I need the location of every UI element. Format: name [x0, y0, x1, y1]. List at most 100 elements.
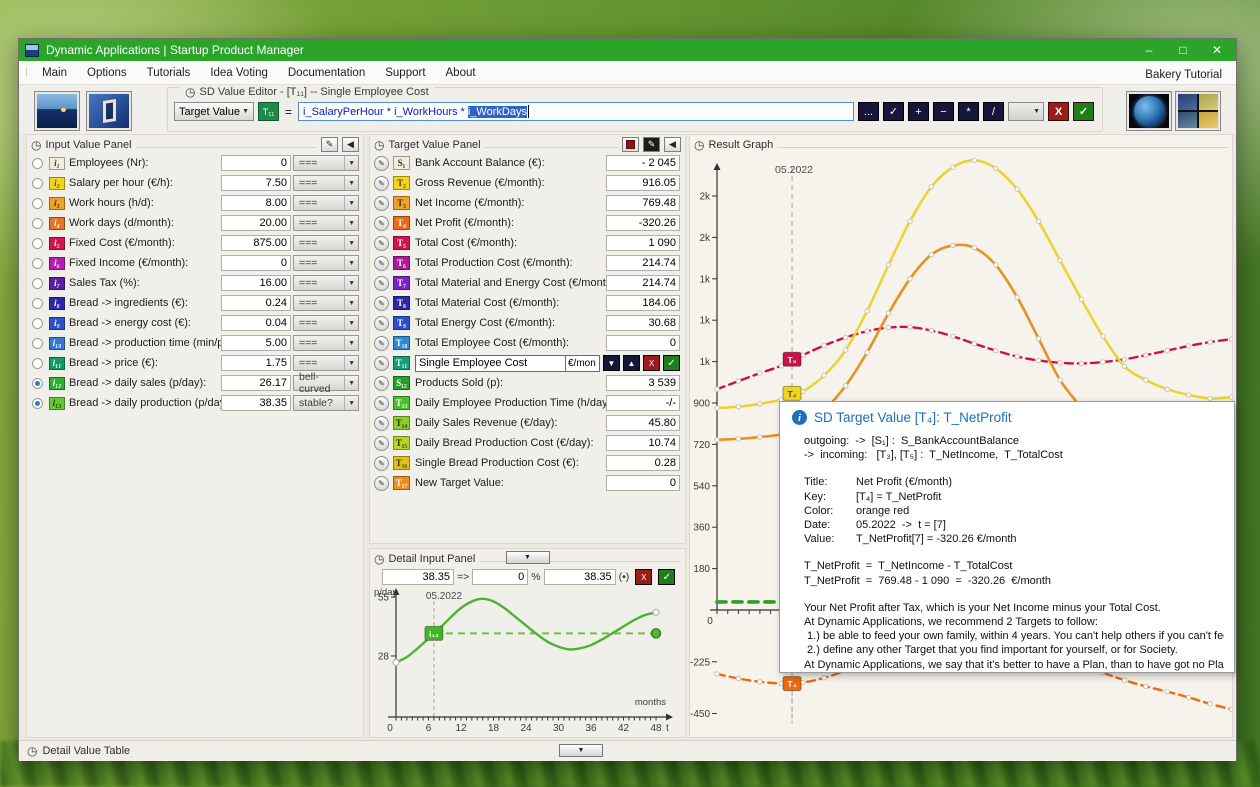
- target-name-input[interactable]: Single Employee Cost: [415, 355, 566, 372]
- edit-row-pencil-button[interactable]: ✎: [374, 396, 389, 411]
- target-value-field[interactable]: 1 090: [606, 235, 680, 251]
- value-field[interactable]: 0: [221, 255, 291, 271]
- radio-button[interactable]: [32, 198, 43, 209]
- mode-dropdown[interactable]: ===▼: [293, 215, 359, 231]
- unit-field[interactable]: €/mon: [566, 355, 600, 372]
- target-value-field[interactable]: 184.06: [606, 295, 680, 311]
- edit-pencil-button[interactable]: ✎: [321, 137, 338, 152]
- value-field[interactable]: 0.24: [221, 295, 291, 311]
- cancel-detail-button[interactable]: X: [635, 569, 652, 585]
- mode-dropdown[interactable]: ===▼: [293, 275, 359, 291]
- result-value-field[interactable]: 38.35: [544, 569, 616, 585]
- gallery-tiles-button[interactable]: [1175, 91, 1221, 131]
- radio-button[interactable]: [32, 258, 43, 269]
- value-field[interactable]: 26.17: [221, 375, 291, 391]
- value-field[interactable]: 8.00: [221, 195, 291, 211]
- edit-row-pencil-button[interactable]: ✎: [374, 156, 389, 171]
- move-down-button[interactable]: ▼: [603, 355, 620, 371]
- target-value-field[interactable]: -320.26: [606, 215, 680, 231]
- minus-button[interactable]: −: [933, 102, 954, 121]
- value-field[interactable]: 5.00: [221, 335, 291, 351]
- edit-pencil-button[interactable]: ✎: [643, 137, 660, 152]
- accept-edit-button[interactable]: ✓: [663, 355, 680, 371]
- mode-dropdown[interactable]: ===▼: [293, 175, 359, 191]
- edit-row-pencil-button[interactable]: ✎: [374, 296, 389, 311]
- edit-row-pencil-button[interactable]: ✎: [374, 476, 389, 491]
- mode-dropdown[interactable]: ===▼: [293, 355, 359, 371]
- target-value-field[interactable]: 916.05: [606, 175, 680, 191]
- radio-button[interactable]: [32, 238, 43, 249]
- edit-row-pencil-button[interactable]: ✎: [374, 336, 389, 351]
- menu-item[interactable]: Documentation: [278, 63, 375, 83]
- target-value-field[interactable]: 214.74: [606, 255, 680, 271]
- radio-button[interactable]: [32, 398, 43, 409]
- edit-row-pencil-button[interactable]: ✎: [374, 196, 389, 211]
- value-type-dropdown[interactable]: Target Value▼: [174, 102, 254, 121]
- value-field[interactable]: 38.35: [221, 395, 291, 411]
- exit-door-button[interactable]: [86, 91, 132, 131]
- mode-dropdown[interactable]: ===▼: [293, 315, 359, 331]
- target-value-field[interactable]: 10.74: [606, 435, 680, 451]
- collapse-detail-button[interactable]: ▼: [506, 551, 550, 564]
- move-up-button[interactable]: ▲: [623, 355, 640, 371]
- earth-image-button[interactable]: [1126, 91, 1172, 131]
- cancel-edit-button[interactable]: X: [643, 355, 660, 371]
- target-value-field[interactable]: 30.68: [606, 315, 680, 331]
- menu-item-bakery-tutorial[interactable]: Bakery Tutorial: [1137, 65, 1230, 85]
- edit-row-pencil-button[interactable]: ✎: [374, 176, 389, 191]
- formula-input[interactable]: i_SalaryPerHour * i_WorkHours * i_WorkDa…: [298, 102, 854, 121]
- mode-dropdown[interactable]: ===▼: [293, 155, 359, 171]
- collapse-panel-button[interactable]: ◀: [664, 137, 681, 152]
- accept-formula-button[interactable]: ✓: [1073, 102, 1094, 121]
- edit-row-pencil-button[interactable]: ✎: [374, 416, 389, 431]
- title-bar[interactable]: Dynamic Applications | Startup Product M…: [19, 39, 1236, 61]
- target-value-field[interactable]: 214.74: [606, 275, 680, 291]
- operator-dropdown[interactable]: ▼: [1008, 102, 1044, 121]
- value-field[interactable]: 20.00: [221, 215, 291, 231]
- target-value-field[interactable]: - 2 045: [606, 155, 680, 171]
- edit-row-pencil-button[interactable]: ✎: [374, 436, 389, 451]
- edit-row-pencil-button[interactable]: ✎: [374, 216, 389, 231]
- edit-row-pencil-button[interactable]: ✎: [374, 456, 389, 471]
- edit-row-pencil-button[interactable]: ✎: [374, 256, 389, 271]
- edit-row-pencil-button[interactable]: ✎: [374, 276, 389, 291]
- target-value-field[interactable]: 0.28: [606, 455, 680, 471]
- value-field[interactable]: 0.04: [221, 315, 291, 331]
- ellipsis-button[interactable]: ...: [858, 102, 879, 121]
- value-field[interactable]: 16.00: [221, 275, 291, 291]
- target-value-field[interactable]: 0: [606, 335, 680, 351]
- menu-item[interactable]: Options: [77, 63, 137, 83]
- plus-button[interactable]: +: [908, 102, 929, 121]
- mode-dropdown[interactable]: ===▼: [293, 335, 359, 351]
- radio-button[interactable]: [32, 338, 43, 349]
- mode-dropdown[interactable]: ===▼: [293, 295, 359, 311]
- radio-button[interactable]: [32, 178, 43, 189]
- target-value-field[interactable]: 0: [606, 475, 680, 491]
- value-field[interactable]: 0: [221, 155, 291, 171]
- menu-item[interactable]: About: [436, 63, 486, 83]
- radio-button[interactable]: [32, 378, 43, 389]
- percent-field[interactable]: 0: [472, 569, 528, 585]
- maximize-button[interactable]: □: [1166, 39, 1200, 61]
- target-value-field[interactable]: -/-: [606, 395, 680, 411]
- target-value-field[interactable]: 45.80: [606, 415, 680, 431]
- edit-row-pencil-button[interactable]: ✎: [374, 356, 389, 371]
- radio-button[interactable]: [32, 358, 43, 369]
- cancel-formula-button[interactable]: X: [1048, 102, 1069, 121]
- radio-button[interactable]: [32, 278, 43, 289]
- value-field[interactable]: 1.75: [221, 355, 291, 371]
- detail-input-chart[interactable]: 05.2022p/day55280612182430364248monthsti…: [370, 585, 682, 735]
- multiply-button[interactable]: *: [958, 102, 979, 121]
- target-value-field[interactable]: 3 539: [606, 375, 680, 391]
- radio-button[interactable]: [32, 158, 43, 169]
- mode-dropdown[interactable]: stable?▼: [293, 395, 359, 411]
- menu-item[interactable]: Main: [32, 63, 77, 83]
- menu-item[interactable]: Support: [375, 63, 435, 83]
- edit-row-pencil-button[interactable]: ✎: [374, 236, 389, 251]
- target-value-field[interactable]: 769.48: [606, 195, 680, 211]
- radio-button[interactable]: [32, 318, 43, 329]
- radio-button[interactable]: [32, 218, 43, 229]
- menu-item[interactable]: Idea Voting: [200, 63, 278, 83]
- mode-dropdown[interactable]: bell-curved▼: [293, 375, 359, 391]
- value-field[interactable]: 7.50: [221, 175, 291, 191]
